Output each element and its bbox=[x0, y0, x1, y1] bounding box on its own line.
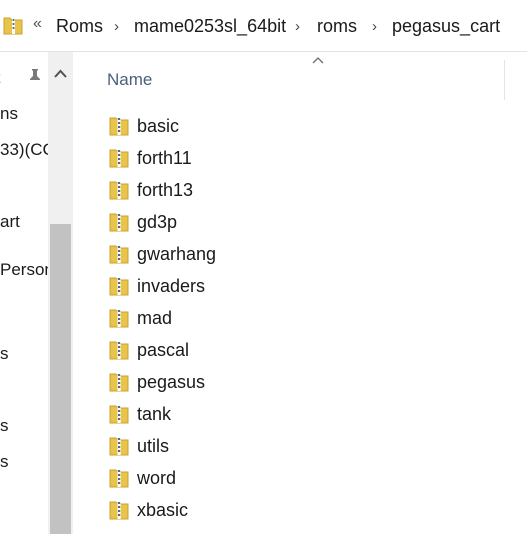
zip-folder-icon bbox=[109, 277, 129, 296]
breadcrumb-roms[interactable]: Roms bbox=[56, 16, 103, 37]
breadcrumb-roms-subfolder[interactable]: roms bbox=[317, 16, 357, 37]
column-divider[interactable] bbox=[504, 60, 505, 100]
zip-folder-icon bbox=[109, 213, 129, 232]
file-row[interactable]: basic bbox=[100, 110, 520, 142]
file-name: tank bbox=[137, 404, 172, 424]
zip-folder-icon bbox=[109, 469, 129, 488]
file-name: basic bbox=[137, 116, 180, 136]
zip-folder-icon bbox=[109, 149, 129, 168]
file-row[interactable]: pegasus bbox=[100, 366, 520, 398]
nav-item-label[interactable]: art bbox=[0, 212, 20, 232]
nav-item-label[interactable]: ns bbox=[0, 104, 18, 124]
zip-folder-icon bbox=[109, 373, 129, 392]
file-name: word bbox=[137, 468, 177, 488]
zip-folder-icon bbox=[109, 181, 129, 200]
scrollbar-thumb[interactable] bbox=[50, 224, 71, 534]
nav-item-label[interactable]: s bbox=[0, 344, 9, 364]
navigation-pane: t ns 33)(CC art Person s s s bbox=[0, 52, 48, 534]
file-name: utils bbox=[137, 436, 170, 456]
breadcrumb-separator-icon[interactable]: › bbox=[295, 18, 300, 35]
file-row[interactable]: gd3p bbox=[100, 206, 520, 238]
file-row[interactable]: forth11 bbox=[100, 142, 520, 174]
address-bar[interactable]: « Roms › mame0253sl_64bit › roms › pegas… bbox=[0, 0, 527, 52]
folder-zip-icon bbox=[3, 17, 23, 35]
zip-folder-icon bbox=[109, 405, 129, 424]
zip-folder-icon bbox=[109, 117, 129, 136]
sort-ascending-icon bbox=[312, 57, 324, 64]
nav-item-label[interactable]: s bbox=[0, 452, 9, 472]
column-header-name[interactable]: Name bbox=[107, 70, 152, 90]
file-name: mad bbox=[137, 308, 173, 328]
file-name: pegasus bbox=[137, 372, 206, 392]
zip-folder-icon bbox=[109, 341, 129, 360]
zip-folder-icon bbox=[109, 501, 129, 520]
file-row[interactable]: xbasic bbox=[100, 494, 520, 526]
file-name: xbasic bbox=[137, 500, 189, 520]
breadcrumb-overflow-button[interactable]: « bbox=[33, 15, 42, 33]
file-name: gwarhang bbox=[137, 244, 217, 264]
file-name: gd3p bbox=[137, 212, 178, 232]
breadcrumb-pegasus-cart[interactable]: pegasus_cart bbox=[392, 16, 500, 37]
file-row[interactable]: word bbox=[100, 462, 520, 494]
file-row[interactable]: gwarhang bbox=[100, 238, 520, 270]
nav-item-label[interactable]: s bbox=[0, 416, 9, 436]
breadcrumb-mame0253sl-64bit[interactable]: mame0253sl_64bit bbox=[134, 16, 286, 37]
file-row[interactable]: pascal bbox=[100, 334, 520, 366]
pin-icon[interactable] bbox=[28, 68, 42, 84]
file-name: pascal bbox=[137, 340, 190, 360]
nav-item-label[interactable]: Person bbox=[0, 260, 48, 280]
chevron-up-icon[interactable] bbox=[48, 60, 73, 88]
file-name: forth11 bbox=[137, 148, 192, 168]
file-row[interactable]: invaders bbox=[100, 270, 520, 302]
zip-folder-icon bbox=[109, 437, 129, 456]
file-name: invaders bbox=[137, 276, 206, 296]
nav-scrollbar[interactable] bbox=[48, 52, 73, 534]
file-row[interactable]: forth13 bbox=[100, 174, 520, 206]
zip-folder-icon bbox=[109, 245, 129, 264]
file-row[interactable]: utils bbox=[100, 430, 520, 462]
breadcrumb-separator-icon[interactable]: › bbox=[372, 18, 377, 35]
nav-item-label[interactable]: 33)(CC bbox=[0, 140, 48, 160]
breadcrumb-separator-icon[interactable]: › bbox=[114, 18, 119, 35]
file-row[interactable]: mad bbox=[100, 302, 520, 334]
file-name: forth13 bbox=[137, 180, 194, 200]
file-row[interactable]: tank bbox=[100, 398, 520, 430]
zip-folder-icon bbox=[109, 309, 129, 328]
